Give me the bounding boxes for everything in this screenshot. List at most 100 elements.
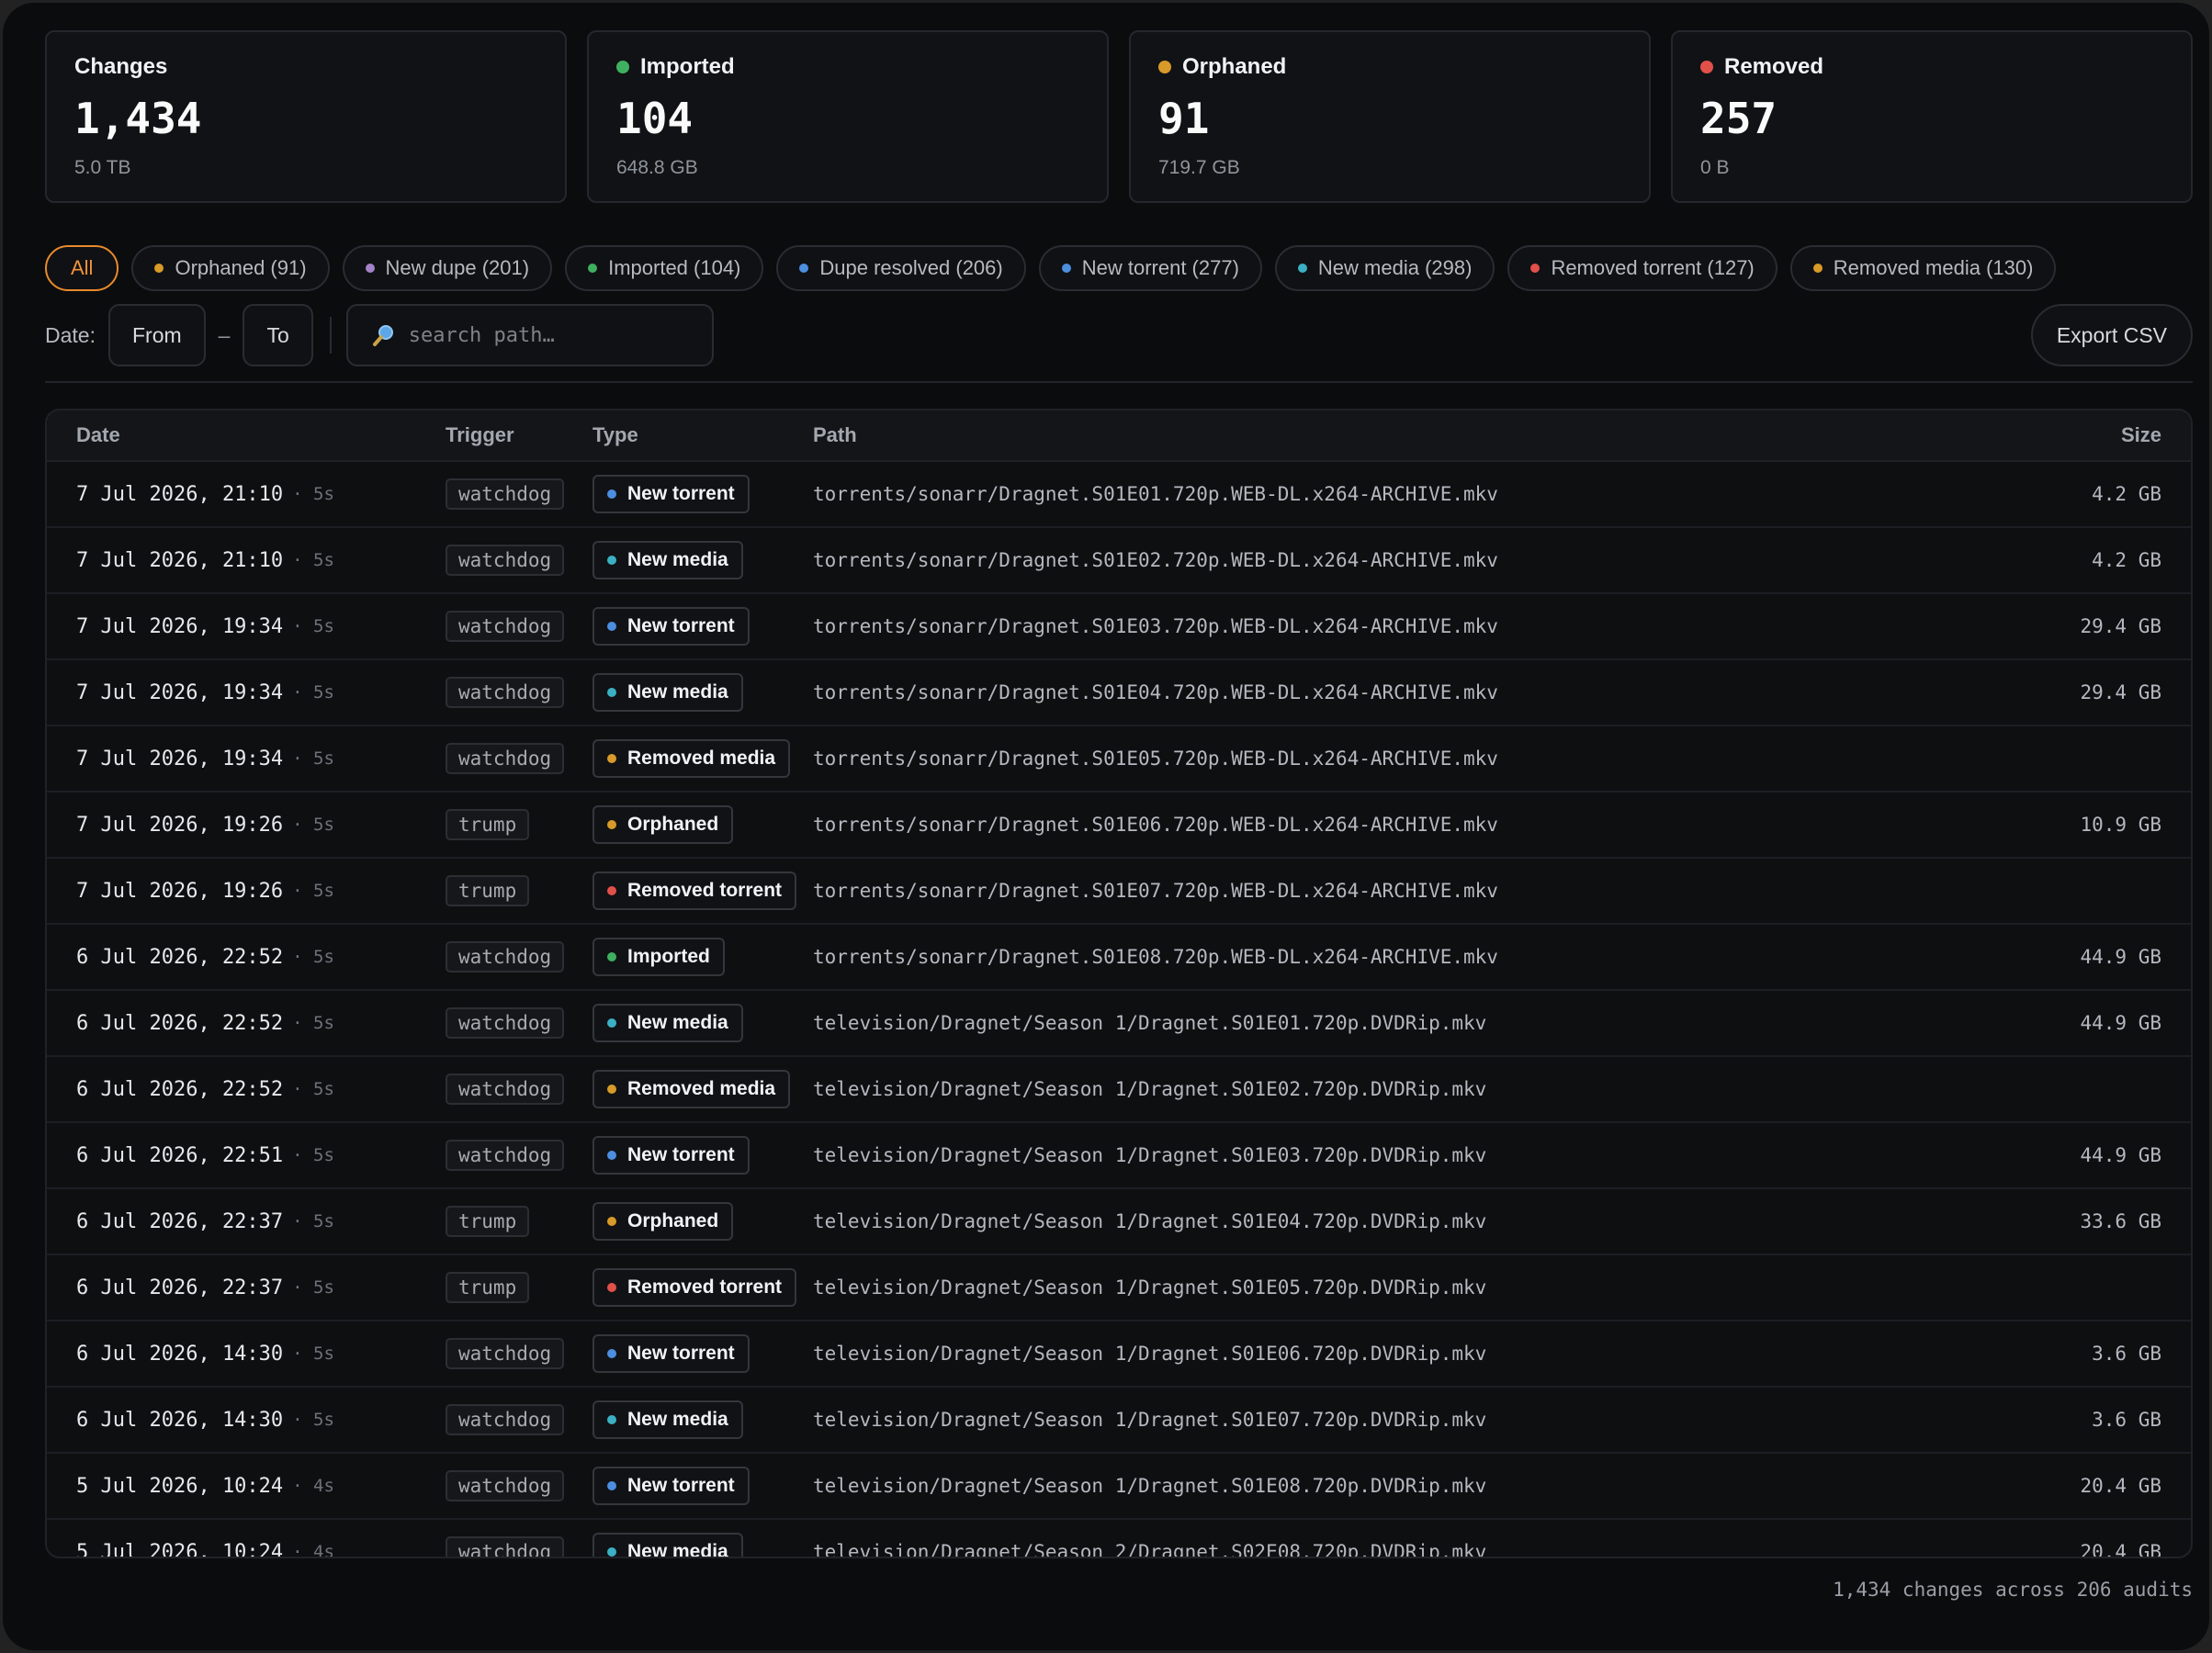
stat-value: 91 bbox=[1158, 94, 1210, 143]
table-row[interactable]: 7 Jul 2026, 19:34 · 5s watchdog Removed med… bbox=[47, 726, 2191, 793]
table-row[interactable]: 5 Jul 2026, 10:24 · 4s watchdog New torrent… bbox=[47, 1454, 2191, 1520]
table-row[interactable]: 6 Jul 2026, 14:30 · 5s watchdog New media te… bbox=[47, 1388, 2191, 1454]
filter-chip[interactable]: New media (298) bbox=[1274, 245, 1495, 291]
type-badge: New torrent bbox=[592, 1136, 750, 1175]
type-filter-chips: All Orphaned (91) New dupe (201) Imported (… bbox=[45, 245, 2193, 291]
stat-title: Removed bbox=[1724, 54, 1824, 79]
filter-chip-label: Removed media (130) bbox=[1833, 256, 2034, 279]
table-row[interactable]: 5 Jul 2026, 10:24 · 4s watchdog New media te… bbox=[47, 1520, 2191, 1558]
type-badge: Imported bbox=[592, 938, 725, 976]
export-csv-button[interactable]: Export CSV bbox=[2030, 304, 2193, 366]
table-row[interactable]: 6 Jul 2026, 22:51 · 5s watchdog New torrent… bbox=[47, 1123, 2191, 1189]
row-trigger: watchdog bbox=[446, 660, 565, 725]
table-row[interactable]: 7 Jul 2026, 19:26 · 5s trump Removed torren… bbox=[47, 859, 2191, 925]
row-size: 10.9 GB bbox=[2080, 814, 2161, 836]
row-type: Orphaned bbox=[592, 1189, 734, 1254]
trigger-badge: watchdog bbox=[446, 1470, 565, 1501]
status-dot-icon bbox=[607, 1217, 616, 1226]
filter-chip[interactable]: Orphaned (91) bbox=[131, 245, 330, 291]
row-type: New media bbox=[592, 1388, 743, 1452]
row-type: New torrent bbox=[592, 594, 750, 658]
row-type: New media bbox=[592, 528, 743, 592]
column-header-path[interactable]: Path bbox=[813, 423, 857, 447]
status-dot-icon bbox=[607, 886, 616, 895]
row-date: 7 Jul 2026, 19:34 · 5s bbox=[76, 726, 334, 791]
date-text: 6 Jul 2026, 22:37 bbox=[76, 1276, 284, 1299]
stat-value: 104 bbox=[616, 94, 694, 143]
filter-chip[interactable]: Removed torrent (127) bbox=[1507, 245, 1778, 291]
column-header-date[interactable]: Date bbox=[76, 423, 120, 447]
table-row[interactable]: 6 Jul 2026, 22:52 · 5s watchdog Removed med… bbox=[47, 1057, 2191, 1123]
row-path: television/Dragnet/Season 1/Dragnet.S01E… bbox=[813, 1144, 1487, 1166]
filter-chip-label: All bbox=[71, 256, 94, 279]
row-path: television/Dragnet/Season 1/Dragnet.S01E… bbox=[813, 1210, 1487, 1232]
filter-chip[interactable]: Removed media (130) bbox=[1789, 245, 2057, 291]
filter-chip[interactable]: Imported (104) bbox=[565, 245, 764, 291]
duration-text: · 5s bbox=[292, 947, 334, 967]
row-type: New media bbox=[592, 991, 743, 1055]
table-row[interactable]: 6 Jul 2026, 22:37 · 5s trump Removed torren… bbox=[47, 1255, 2191, 1321]
type-badge: New media bbox=[592, 541, 743, 579]
date-to-button[interactable]: To bbox=[243, 304, 313, 366]
column-header-size[interactable]: Size bbox=[2121, 423, 2161, 447]
status-dot-icon bbox=[1297, 264, 1307, 273]
row-trigger: trump bbox=[446, 859, 530, 923]
table-row[interactable]: 7 Jul 2026, 21:10 · 5s watchdog New media to… bbox=[47, 528, 2191, 594]
date-text: 6 Jul 2026, 22:52 bbox=[76, 1011, 284, 1035]
search-input[interactable]: search path… bbox=[345, 304, 714, 366]
type-badge: New torrent bbox=[592, 1467, 750, 1505]
column-header-trigger[interactable]: Trigger bbox=[446, 423, 514, 447]
row-size: 4.2 GB bbox=[2092, 483, 2161, 505]
table-row[interactable]: 6 Jul 2026, 22:52 · 5s watchdog New media te… bbox=[47, 991, 2191, 1057]
row-type: New media bbox=[592, 1520, 743, 1557]
row-date: 7 Jul 2026, 21:10 · 5s bbox=[76, 528, 334, 592]
row-date: 6 Jul 2026, 14:30 · 5s bbox=[76, 1321, 334, 1386]
table-row[interactable]: 7 Jul 2026, 21:10 · 5s watchdog New torrent… bbox=[47, 462, 2191, 528]
table-row[interactable]: 7 Jul 2026, 19:34 · 5s watchdog New torrent… bbox=[47, 594, 2191, 660]
row-path: torrents/sonarr/Dragnet.S01E01.720p.WEB-… bbox=[813, 483, 1498, 505]
status-dot-icon bbox=[607, 1018, 616, 1028]
duration-text: · 5s bbox=[292, 748, 334, 769]
row-path: television/Dragnet/Season 1/Dragnet.S01E… bbox=[813, 1276, 1487, 1299]
date-from-button[interactable]: From bbox=[107, 304, 206, 366]
table-row[interactable]: 7 Jul 2026, 19:34 · 5s watchdog New media to… bbox=[47, 660, 2191, 726]
type-label: New torrent bbox=[627, 483, 735, 504]
stat-size: 719.7 GB bbox=[1158, 157, 1240, 178]
filter-chip-label: Orphaned (91) bbox=[175, 256, 307, 279]
column-header-type[interactable]: Type bbox=[592, 423, 638, 447]
filter-chip[interactable]: All bbox=[45, 245, 119, 291]
duration-text: · 5s bbox=[292, 484, 334, 504]
type-label: Removed media bbox=[627, 1078, 776, 1099]
status-dot-icon bbox=[588, 264, 598, 273]
row-date: 7 Jul 2026, 19:26 · 5s bbox=[76, 859, 334, 923]
row-type: New torrent bbox=[592, 1321, 750, 1386]
stat-title: Changes bbox=[74, 54, 168, 79]
duration-text: · 5s bbox=[292, 881, 334, 901]
filter-chip[interactable]: Dupe resolved (206) bbox=[776, 245, 1026, 291]
trigger-badge: watchdog bbox=[446, 545, 565, 576]
row-size: 3.6 GB bbox=[2092, 1343, 2161, 1365]
table-row[interactable]: 6 Jul 2026, 14:30 · 5s watchdog New torrent… bbox=[47, 1321, 2191, 1388]
duration-text: · 4s bbox=[292, 1542, 334, 1558]
filter-chip[interactable]: New torrent (277) bbox=[1038, 245, 1262, 291]
status-dot-icon bbox=[607, 754, 616, 763]
table-row[interactable]: 6 Jul 2026, 22:52 · 5s watchdog Imported tor… bbox=[47, 925, 2191, 991]
row-size: 44.9 GB bbox=[2080, 1144, 2161, 1166]
date-text: 6 Jul 2026, 22:52 bbox=[76, 1077, 284, 1101]
stat-value: 257 bbox=[1700, 94, 1778, 143]
trigger-badge: trump bbox=[446, 1206, 530, 1237]
status-dot-icon bbox=[365, 264, 375, 273]
filter-chip[interactable]: New dupe (201) bbox=[342, 245, 553, 291]
date-label: Date: bbox=[45, 322, 96, 347]
row-type: New media bbox=[592, 660, 743, 725]
date-text: 7 Jul 2026, 19:34 bbox=[76, 747, 284, 770]
status-dot-icon bbox=[154, 264, 164, 273]
trigger-badge: watchdog bbox=[446, 677, 565, 708]
row-trigger: watchdog bbox=[446, 1454, 565, 1518]
table-row[interactable]: 6 Jul 2026, 22:37 · 5s trump Orphaned televi… bbox=[47, 1189, 2191, 1255]
stat-card-removed: Removed 257 0 B bbox=[1671, 30, 2193, 203]
row-date: 6 Jul 2026, 22:52 · 5s bbox=[76, 1057, 334, 1121]
row-path: television/Dragnet/Season 1/Dragnet.S01E… bbox=[813, 1078, 1487, 1100]
table-row[interactable]: 7 Jul 2026, 19:26 · 5s trump Orphaned torren… bbox=[47, 793, 2191, 859]
status-dot-icon bbox=[607, 952, 616, 961]
